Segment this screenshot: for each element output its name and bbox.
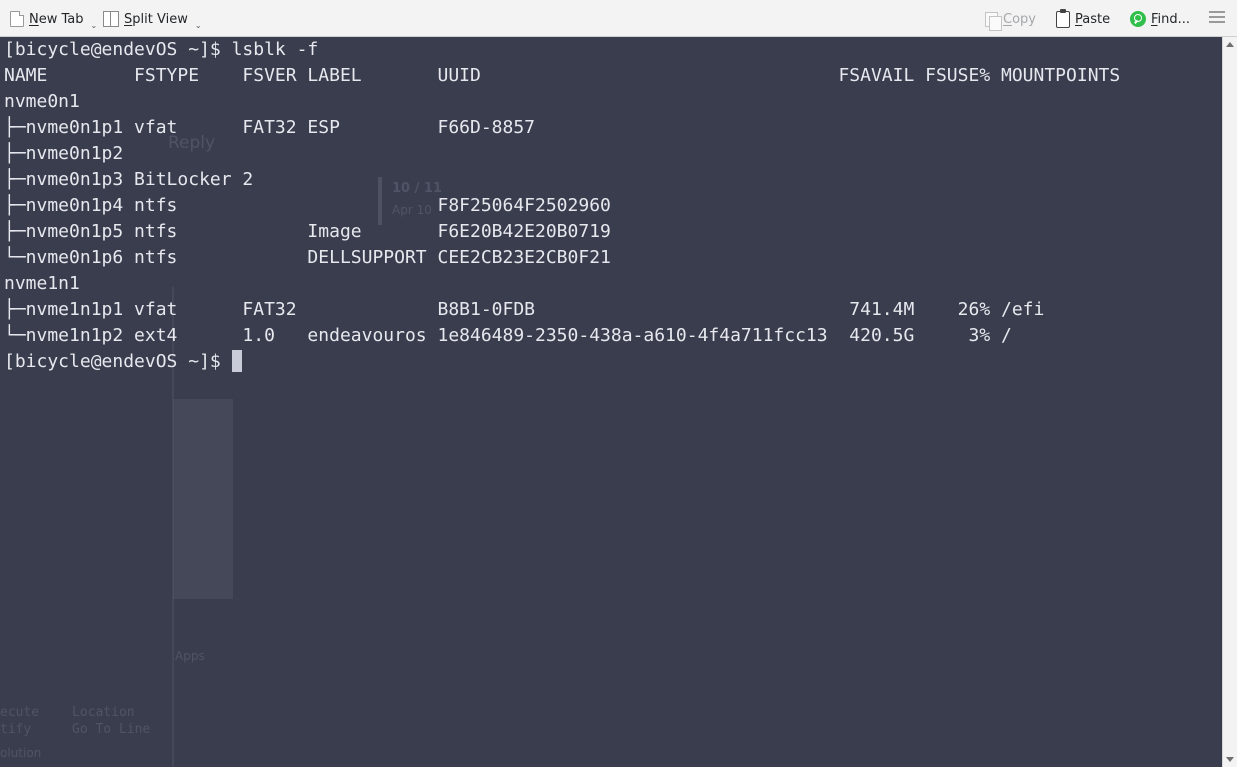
table-row: └─nvme1n1p2 ext4 1.0 endeavouros 1e84648… — [4, 325, 1012, 346]
table-row: ├─nvme1n1p1 vfat FAT32 B8B1-0FDB 741.4M … — [4, 299, 1045, 320]
find-icon — [1130, 11, 1146, 27]
final-prompt: [bicycle@endevOS ~]$ — [4, 351, 232, 372]
table-row: ├─nvme0n1p5 ntfs Image F6E20B42E20B0719 — [4, 221, 611, 242]
menu-hamburger-icon[interactable] — [1209, 11, 1225, 25]
konsole-toolbar: New Tab ⌄ Split View ⌄ Copy Paste Find..… — [0, 0, 1237, 37]
vertical-scrollbar[interactable] — [1222, 37, 1237, 767]
text-cursor — [231, 350, 242, 372]
prompt: [bicycle@endevOS ~]$ — [4, 39, 232, 60]
ghost-background-image — [173, 399, 233, 599]
new-tab-icon — [10, 11, 24, 27]
terminal-view[interactable]: Reply 10 / 11 Apr 10 Apps Location Go To… — [0, 37, 1223, 767]
table-row: ├─nvme0n1p4 ntfs F8F25064F2502960 — [4, 195, 611, 216]
copy-label: Copy — [1003, 11, 1036, 27]
command-text: lsblk -f — [231, 39, 319, 60]
table-header: NAME FSTYPE FSVER LABEL UUID FSAVAIL FSU… — [4, 65, 1121, 86]
new-tab-button[interactable]: New Tab ⌄ — [10, 8, 97, 30]
split-view-label: Split View — [124, 11, 188, 27]
scroll-up-arrow-icon[interactable] — [1226, 42, 1234, 47]
ghost-location: Location — [72, 705, 135, 720]
new-tab-label: New Tab — [29, 11, 84, 27]
split-view-button[interactable]: Split View ⌄ — [103, 8, 202, 30]
copy-icon — [985, 11, 1002, 31]
ghost-solution: olution — [0, 746, 42, 760]
table-row: ├─nvme0n1p1 vfat FAT32 ESP F66D-8857 — [4, 117, 536, 138]
find-label: Find... — [1151, 11, 1191, 27]
split-view-icon — [103, 11, 119, 27]
paste-button[interactable]: Paste — [1056, 8, 1110, 30]
table-row: ├─nvme0n1p2 — [4, 143, 124, 164]
table-row: └─nvme0n1p6 ntfs DELLSUPPORT CEE2CB23E2C… — [4, 247, 611, 268]
scroll-down-arrow-icon[interactable] — [1226, 757, 1234, 762]
paste-icon — [1056, 8, 1070, 28]
table-row: nvme0n1 — [4, 91, 80, 112]
table-row: ├─nvme0n1p3 BitLocker 2 — [4, 169, 254, 190]
split-view-dropdown-icon[interactable]: ⌄ — [195, 21, 202, 30]
ghost-go-to-line: Go To Line — [72, 722, 151, 737]
terminal-output[interactable]: [bicycle@endevOS ~]$ lsblk -f NAME FSTYP… — [4, 37, 1120, 375]
paste-label: Paste — [1075, 11, 1111, 27]
ghost-execute: ecute — [0, 705, 40, 720]
ghost-apps: Apps — [175, 649, 205, 663]
copy-button[interactable]: Copy — [985, 8, 1036, 31]
table-row: nvme1n1 — [4, 273, 80, 294]
find-button[interactable]: Find... — [1130, 8, 1190, 30]
new-tab-dropdown-icon[interactable]: ⌄ — [91, 21, 98, 30]
ghost-notify: tify — [0, 722, 32, 737]
